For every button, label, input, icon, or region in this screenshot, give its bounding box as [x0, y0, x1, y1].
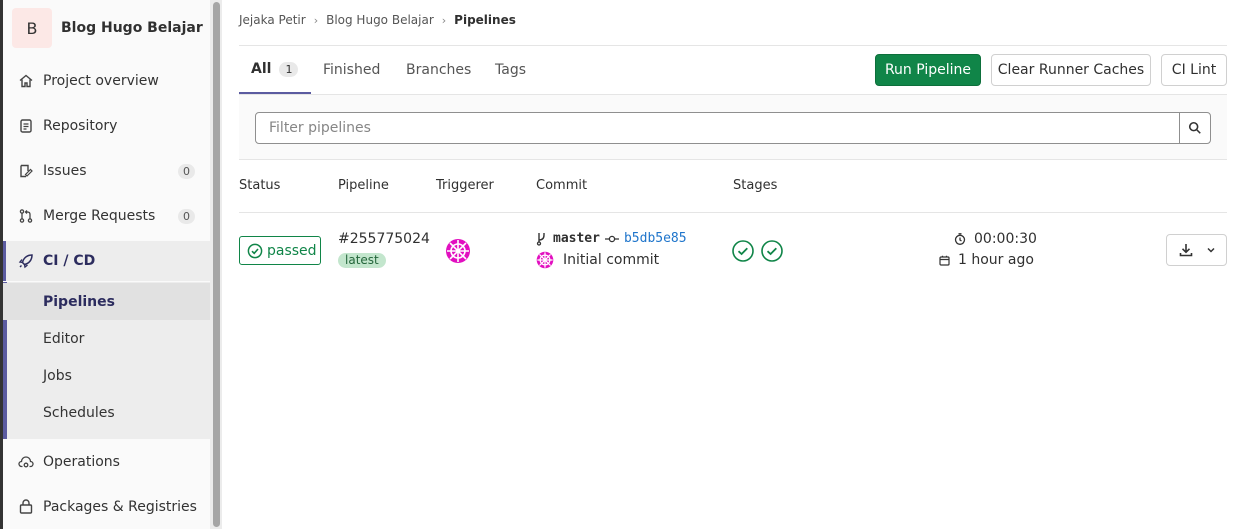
tab-finished[interactable]: Finished — [323, 46, 380, 94]
search-icon — [1188, 121, 1202, 135]
sidebar-subitem-label: Schedules — [43, 404, 115, 421]
sidebar-subitem-label: Editor — [43, 330, 85, 347]
home-icon — [18, 73, 34, 89]
sidebar-item-ci-cd[interactable]: CI / CD — [3, 241, 210, 281]
column-header-pipeline: Pipeline — [338, 178, 389, 193]
sidebar-item-label: Operations — [43, 454, 120, 470]
status-success-icon — [247, 243, 263, 259]
document-icon — [18, 118, 34, 134]
sidebar-item-project-overview[interactable]: Project overview — [3, 61, 210, 101]
clear-runner-caches-button[interactable]: Clear Runner Caches — [991, 54, 1151, 86]
project-name: Blog Hugo Belajar — [61, 20, 203, 36]
chevron-down-icon — [1206, 245, 1216, 255]
sidebar-subitem-schedules[interactable]: Schedules — [3, 394, 210, 431]
branch-name-link[interactable]: master — [553, 231, 600, 246]
chevron-right-icon: › — [441, 13, 447, 27]
commit-icon — [604, 234, 619, 244]
breadcrumb-group[interactable]: Jejaka Petir — [239, 13, 306, 27]
column-header-commit: Commit — [536, 178, 588, 193]
divider — [239, 212, 1227, 213]
commit-author-avatar[interactable] — [536, 251, 554, 269]
pipeline-id-link[interactable]: #255775024 — [338, 231, 430, 247]
latest-badge: latest — [338, 253, 386, 268]
stage-status-icon[interactable] — [761, 240, 783, 262]
sidebar-item-merge-requests[interactable]: Merge Requests 0 — [3, 196, 210, 236]
column-header-triggerer: Triggerer — [436, 178, 494, 193]
triggerer-avatar[interactable] — [445, 238, 471, 264]
cloud-gear-icon — [18, 454, 34, 470]
project-avatar: B — [12, 8, 52, 48]
sidebar-subitem-editor[interactable]: Editor — [3, 320, 210, 357]
ci-lint-button[interactable]: CI Lint — [1161, 54, 1227, 86]
sidebar-subitem-jobs[interactable]: Jobs — [3, 357, 210, 394]
calendar-icon — [939, 255, 950, 266]
rocket-icon — [18, 253, 34, 269]
duration-value: 00:00:30 — [974, 231, 1037, 247]
sidebar-item-label: Project overview — [43, 73, 159, 89]
tab-label: Finished — [323, 62, 381, 78]
project-context[interactable]: B Blog Hugo Belajar — [12, 8, 203, 48]
main-content: Jejaka Petir › Blog Hugo Belajar › Pipel… — [223, 0, 1244, 529]
tab-all[interactable]: All 1 — [239, 46, 311, 94]
breadcrumb: Jejaka Petir › Blog Hugo Belajar › Pipel… — [239, 13, 516, 27]
status-label: passed — [267, 242, 317, 259]
pipeline-finished-time: 1 hour ago — [939, 252, 1034, 268]
tab-label: Tags — [495, 62, 526, 78]
column-header-stages: Stages — [733, 178, 778, 193]
search-button[interactable] — [1179, 112, 1211, 144]
sidebar: B Blog Hugo Belajar Project overview Rep… — [0, 0, 222, 529]
merge-requests-count-badge: 0 — [178, 208, 195, 224]
sidebar-subitem-label: Pipelines — [43, 293, 115, 310]
run-pipeline-button[interactable]: Run Pipeline — [875, 54, 981, 86]
breadcrumb-current[interactable]: Pipelines — [454, 13, 516, 27]
issues-icon — [18, 163, 34, 179]
tab-label: All — [251, 61, 272, 77]
breadcrumb-project[interactable]: Blog Hugo Belajar — [326, 13, 434, 27]
download-icon — [1178, 242, 1194, 258]
commit-message-link[interactable]: Initial commit — [563, 252, 659, 268]
issues-count-badge: 0 — [178, 163, 195, 179]
commit-ref: master b5db5e85 — [536, 231, 687, 246]
stage-status-icon[interactable] — [732, 240, 754, 262]
sidebar-item-operations[interactable]: Operations — [3, 442, 210, 482]
sidebar-subitem-label: Jobs — [43, 367, 72, 384]
commit-title: Initial commit — [536, 251, 659, 269]
download-artifacts-dropdown[interactable] — [1166, 234, 1227, 266]
column-header-status: Status — [239, 178, 281, 193]
sidebar-subitem-pipelines[interactable]: Pipelines — [3, 283, 210, 320]
tab-tags[interactable]: Tags — [495, 46, 526, 94]
sidebar-item-issues[interactable]: Issues 0 — [3, 151, 210, 191]
timer-icon — [954, 233, 966, 245]
chevron-right-icon: › — [313, 13, 319, 27]
sidebar-scrollbar-thumb[interactable] — [213, 2, 220, 527]
divider — [239, 45, 1227, 46]
tab-branches[interactable]: Branches — [406, 46, 471, 94]
commit-sha-link[interactable]: b5db5e85 — [624, 231, 687, 246]
sidebar-item-label: Repository — [43, 118, 118, 134]
sidebar-item-packages-registries[interactable]: Packages & Registries — [3, 487, 210, 527]
pipeline-status-badge[interactable]: passed — [239, 236, 321, 265]
sidebar-item-label: Issues — [43, 163, 87, 179]
branch-icon — [536, 232, 547, 246]
filter-pipelines-input[interactable]: Filter pipelines — [255, 112, 1180, 144]
filter-bar: Filter pipelines — [239, 94, 1227, 160]
package-icon — [18, 499, 34, 515]
sidebar-item-label: Packages & Registries — [43, 499, 197, 515]
sidebar-item-label: CI / CD — [43, 253, 96, 269]
sidebar-item-repository[interactable]: Repository — [3, 106, 210, 146]
sidebar-item-label: Merge Requests — [43, 208, 156, 224]
pipeline-duration: 00:00:30 — [954, 231, 1037, 247]
tab-label: Branches — [406, 62, 472, 78]
tab-count-badge: 1 — [279, 61, 299, 77]
merge-request-icon — [18, 208, 34, 224]
finished-time-value: 1 hour ago — [958, 252, 1034, 268]
